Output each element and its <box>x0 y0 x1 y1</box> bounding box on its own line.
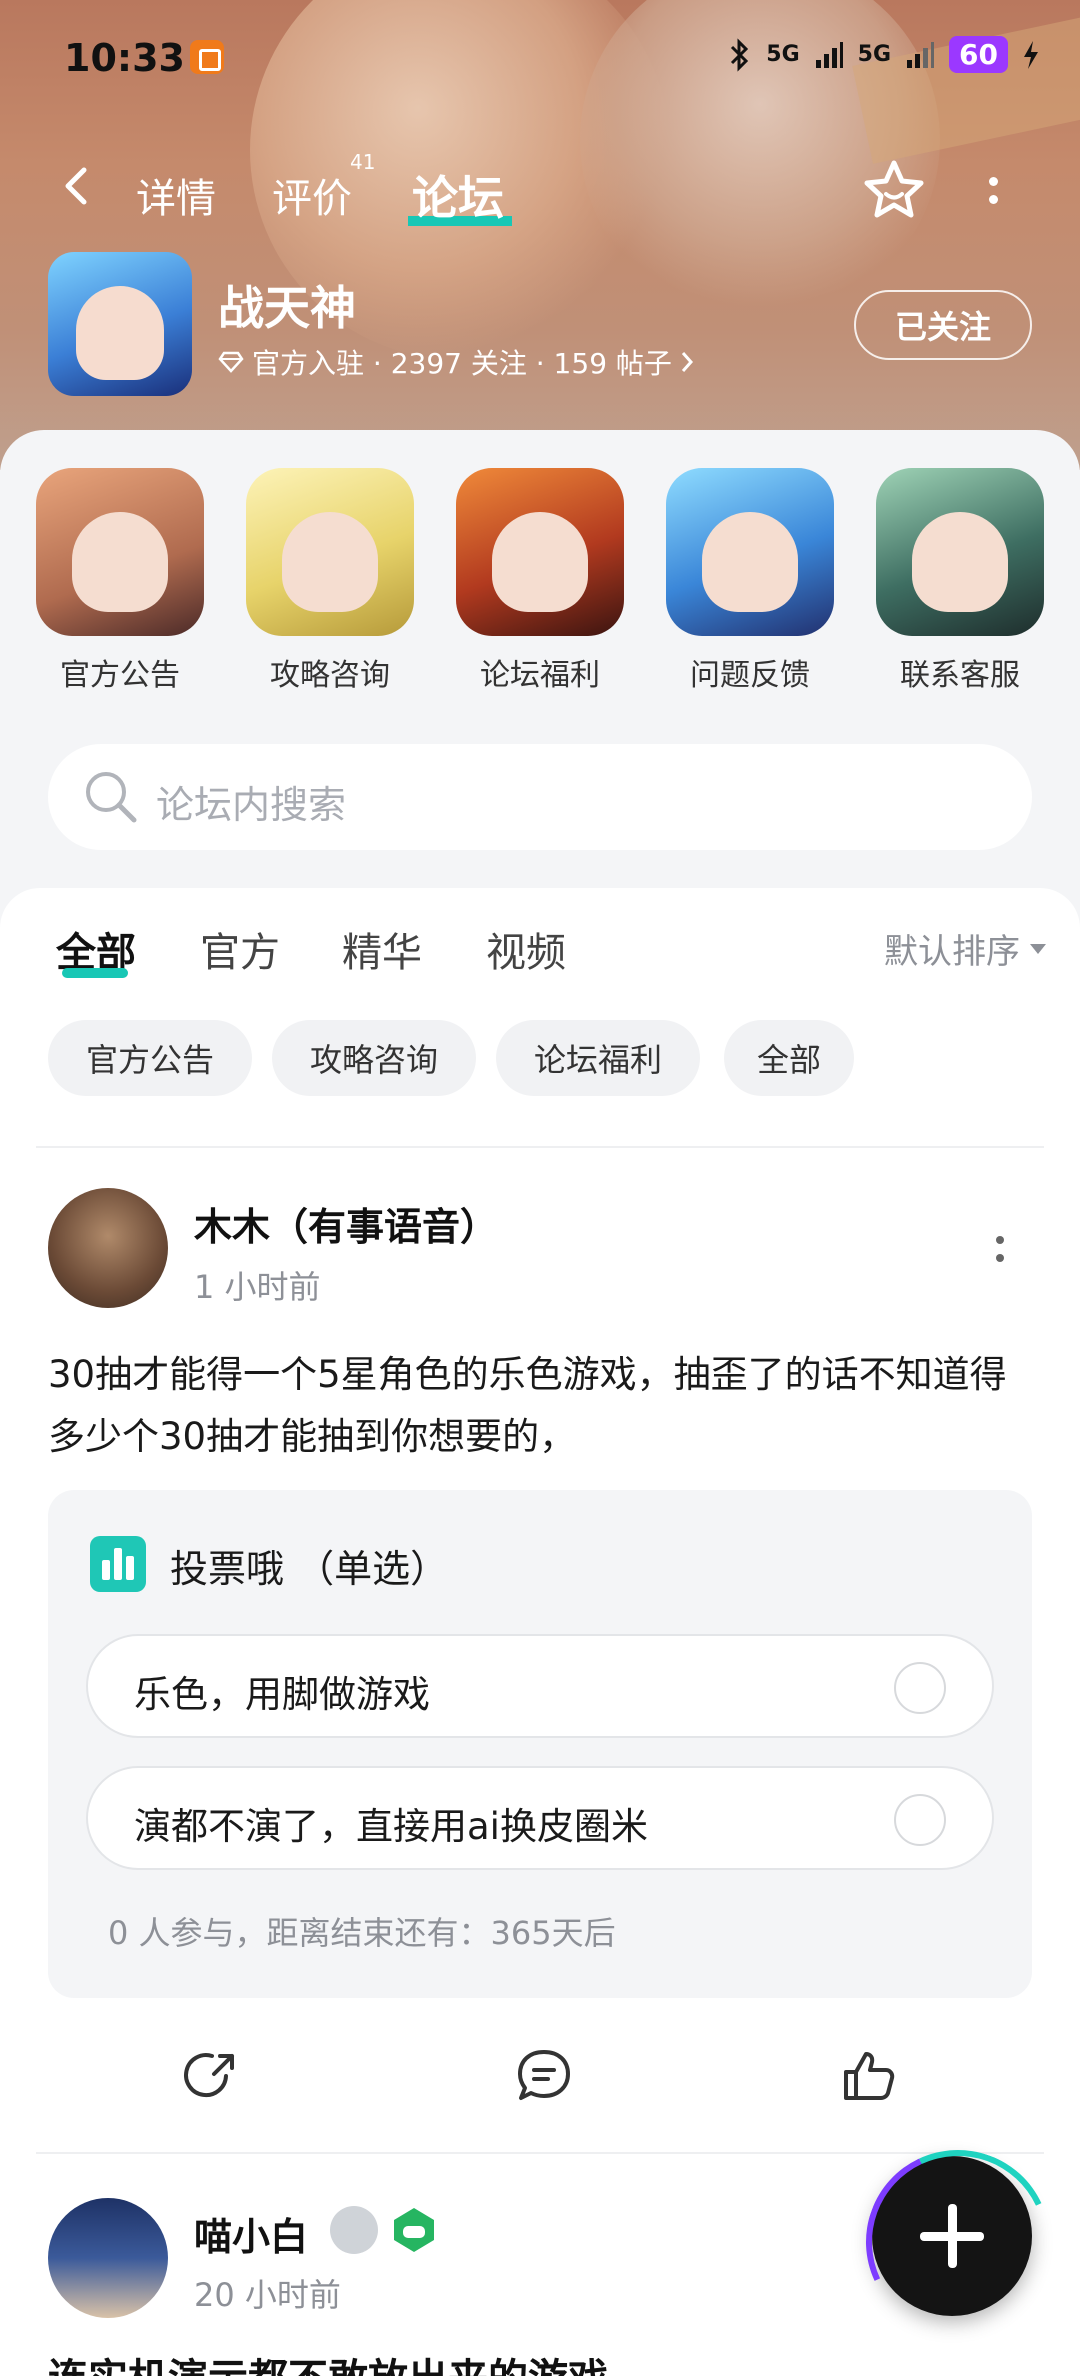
vote-footer: 0 人参与，距离结束还有：365天后 <box>108 1914 616 1952</box>
post-more-icon[interactable] <box>990 1232 1010 1272</box>
vote-option-1[interactable]: 乐色，用脚做游戏 <box>86 1634 994 1738</box>
reviews-count-badge: 41 <box>350 150 376 174</box>
feed-tab-official[interactable]: 官方 <box>200 920 280 978</box>
search-placeholder: 论坛内搜索 <box>156 783 347 827</box>
post-author[interactable]: 木木（有事语音） <box>194 1196 498 1251</box>
quick-link-feedback[interactable]: 问题反馈 <box>666 468 834 694</box>
battery-indicator: 60 <box>949 36 1008 73</box>
post-body[interactable]: 30抽才能得一个5星角色的乐色游戏，抽歪了的话不知道得多少个30抽才能抽到你想要… <box>48 1344 1032 1468</box>
tab-forum[interactable]: 论坛 <box>412 162 504 228</box>
signal-5g-icon-2: 5G <box>857 42 892 67</box>
favorite-star-icon[interactable] <box>862 158 926 222</box>
game-title: 战天神 <box>218 281 356 335</box>
post-time: 20 小时前 <box>194 2276 341 2314</box>
forum-search-input[interactable]: 论坛内搜索 <box>48 744 1032 850</box>
clock: 10:33 <box>64 36 185 80</box>
sort-dropdown[interactable]: 默认排序 <box>884 924 1046 973</box>
divider <box>36 1146 1044 1148</box>
follow-button[interactable]: 已关注 <box>854 290 1032 360</box>
feed-tab-video[interactable]: 视频 <box>486 920 566 978</box>
quick-link-welfare[interactable]: 论坛福利 <box>456 468 624 694</box>
signal-bars-icon-2 <box>907 41 935 68</box>
chip-welfare[interactable]: 论坛福利 <box>496 1020 700 1096</box>
radio-icon <box>894 1662 946 1714</box>
avatar[interactable] <box>48 2198 168 2318</box>
game-meta[interactable]: 官方入驻 · 2397 关注 · 159 帖子 <box>218 342 694 382</box>
feed-tab-featured[interactable]: 精华 <box>342 920 422 978</box>
quick-links: 官方公告 攻略咨询 论坛福利 问题反馈 联系客服 <box>0 468 1080 698</box>
chip-guides[interactable]: 攻略咨询 <box>272 1020 476 1096</box>
quick-link-support[interactable]: 联系客服 <box>876 468 1044 694</box>
welfare-image <box>456 468 624 636</box>
game-icon <box>48 252 192 396</box>
tab-details[interactable]: 详情 <box>136 166 216 224</box>
vote-title: 投票哦 （单选） <box>170 1547 449 1591</box>
divider <box>36 2152 1044 2154</box>
chip-all[interactable]: 全部 <box>724 1020 854 1096</box>
feed-tab-underline <box>62 968 128 978</box>
signal-bars-icon <box>815 41 843 68</box>
share-icon[interactable] <box>182 2046 242 2106</box>
plus-icon <box>920 2204 984 2268</box>
notification-app-icon <box>190 40 224 74</box>
support-image <box>876 468 1044 636</box>
post-title[interactable]: 连实机演示都不敢放出来的游戏 <box>48 2346 608 2376</box>
top-nav: 详情 评价 41 论坛 <box>0 150 1080 230</box>
diamond-icon <box>218 351 244 373</box>
signal-5g-icon: 5G <box>766 42 800 67</box>
back-arrow-icon[interactable] <box>58 166 98 206</box>
status-bar: 10:33 5G 5G 60 <box>0 0 1080 110</box>
chip-official[interactable]: 官方公告 <box>48 1020 252 1096</box>
post-author[interactable]: 喵小白 <box>194 2206 308 2261</box>
avatar[interactable] <box>48 1188 168 1308</box>
radio-icon <box>894 1794 946 1846</box>
guides-image <box>246 468 414 636</box>
vote-option-2[interactable]: 演都不演了，直接用ai换皮圈米 <box>86 1766 994 1870</box>
comment-icon[interactable] <box>514 2046 574 2106</box>
chevron-right-icon <box>681 352 693 372</box>
search-icon <box>86 772 137 823</box>
vote-card: 投票哦 （单选） 乐色，用脚做游戏 演都不演了，直接用ai换皮圈米 0 人参与，… <box>48 1490 1032 1998</box>
game-meta-text: 官方入驻 · 2397 关注 · 159 帖子 <box>252 347 672 380</box>
tab-reviews[interactable]: 评价 <box>272 166 352 224</box>
like-thumb-icon[interactable] <box>838 2046 898 2106</box>
bluetooth-icon <box>731 37 749 72</box>
feedback-image <box>666 468 834 636</box>
more-options-icon[interactable] <box>986 174 1000 214</box>
post-actions <box>0 2032 1080 2118</box>
gamepad-badge-icon <box>394 2208 434 2252</box>
charging-icon <box>1024 40 1038 69</box>
create-post-button[interactable] <box>872 2156 1032 2316</box>
caret-down-icon <box>1030 943 1046 954</box>
vote-chart-icon <box>90 1536 146 1592</box>
quick-link-official[interactable]: 官方公告 <box>36 468 204 694</box>
level-badge-icon <box>330 2206 378 2254</box>
official-announcement-image <box>36 468 204 636</box>
post-time: 1 小时前 <box>194 1268 321 1306</box>
quick-link-guides[interactable]: 攻略咨询 <box>246 468 414 694</box>
